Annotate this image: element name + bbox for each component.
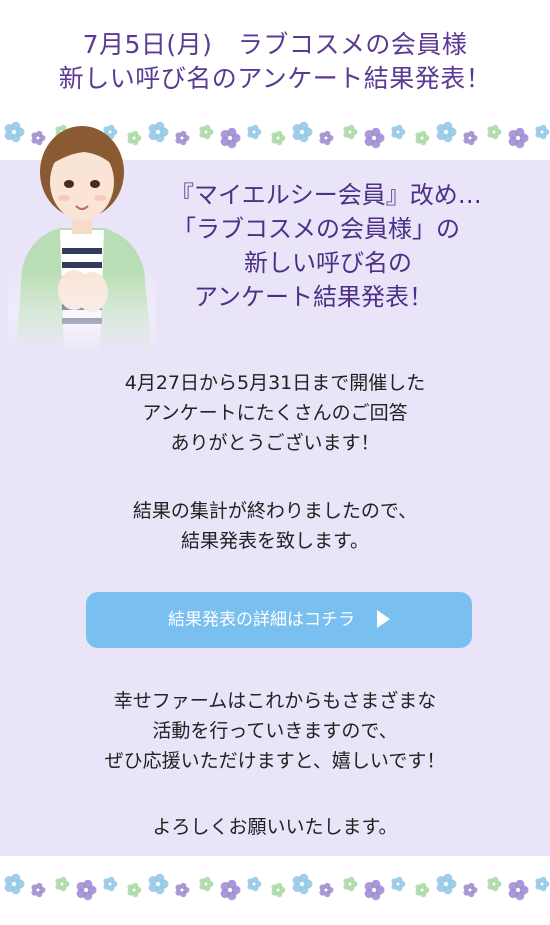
flower-icon: [76, 879, 97, 901]
thanks-line-1: 4月27日から5月31日まで開催した: [124, 372, 426, 394]
flower-icon: [220, 127, 241, 149]
support-line-3: ぜひ応援いただけますと、嬉しいです！: [104, 750, 446, 772]
flower-icon: [247, 876, 262, 892]
flower-icon: [4, 873, 25, 895]
closing-line-1: よろしくお願いいたします。: [152, 816, 398, 838]
flower-icon: [391, 124, 406, 140]
flower-icon: [415, 130, 430, 146]
results-details-button-label: 結果発表の詳細はコチラ: [168, 610, 355, 630]
flower-icon: [220, 879, 241, 901]
flower-icon: [148, 873, 169, 895]
flower-icon: [31, 882, 46, 898]
flower-icon: [535, 876, 550, 892]
flower-border-bottom-graphic: [4, 873, 550, 901]
flower-icon: [319, 882, 334, 898]
flower-icon: [127, 882, 142, 898]
flower-icon: [175, 882, 190, 898]
support-paragraph: 幸せファームはこれからもさまざまな 活動を行っていきますので、 ぜひ応援いただけ…: [0, 686, 550, 776]
results-line-2: 結果発表を致します。: [180, 530, 370, 552]
flower-icon: [199, 124, 214, 140]
flower-icon: [436, 121, 457, 143]
flower-icon: [364, 127, 385, 149]
flower-icon: [55, 876, 70, 892]
flower-icon: [199, 876, 214, 892]
intro-line-4: アンケート結果発表！: [194, 283, 434, 311]
flower-icon: [391, 876, 406, 892]
flower-icon: [463, 882, 478, 898]
header-title-line2: 新しい呼び名のアンケート結果発表！: [58, 64, 492, 93]
results-paragraph: 結果の集計が終わりましたので、 結果発表を致します。: [0, 496, 550, 556]
flower-icon: [415, 882, 430, 898]
flower-icon: [487, 124, 502, 140]
flower-icon: [343, 876, 358, 892]
flower-icon: [247, 124, 262, 140]
intro-line-2: 「ラブコスメの会員様」の: [172, 215, 460, 243]
support-line-2: 活動を行っていきますので、: [152, 720, 398, 742]
flower-icon: [292, 121, 313, 143]
flower-icon: [508, 879, 529, 901]
flower-icon: [271, 130, 286, 146]
woman-illustration: [8, 120, 156, 352]
flower-icon: [508, 127, 529, 149]
results-line-1: 結果の集計が終わりましたので、: [132, 500, 418, 522]
flower-icon: [175, 130, 190, 146]
thanks-line-3: ありがとうございます！: [170, 432, 380, 454]
flower-icon: [463, 130, 478, 146]
flower-icon: [319, 130, 334, 146]
flower-icon: [271, 882, 286, 898]
results-details-button[interactable]: 結果発表の詳細はコチラ: [86, 592, 472, 648]
flower-icon: [292, 873, 313, 895]
flower-icon: [343, 124, 358, 140]
flower-icon: [487, 876, 502, 892]
flower-icon: [103, 876, 118, 892]
intro-heading: 『マイエルシー会員』改め… 「ラブコスメの会員様」の 新しい呼び名の アンケート…: [160, 178, 530, 314]
thanks-paragraph: 4月27日から5月31日まで開催した アンケートにたくさんのご回答 ありがとうご…: [0, 368, 550, 458]
intro-line-3: 新しい呼び名の: [244, 249, 412, 277]
flower-border-bottom: [0, 866, 550, 906]
header-title-line1: 7月5日(月) ラブコスメの会員様: [82, 30, 468, 59]
closing-paragraph: よろしくお願いいたします。: [0, 812, 550, 842]
support-line-1: 幸せファームはこれからもさまざまな: [113, 690, 437, 712]
flower-icon: [535, 124, 550, 140]
intro-line-1: 『マイエルシー会員』改め…: [170, 181, 482, 209]
thanks-line-2: アンケートにたくさんのご回答: [142, 402, 408, 424]
play-arrow-icon: [377, 609, 390, 628]
flower-icon: [436, 873, 457, 895]
page-header: 7月5日(月) ラブコスメの会員様 新しい呼び名のアンケート結果発表！: [0, 0, 550, 112]
flower-icon: [364, 879, 385, 901]
